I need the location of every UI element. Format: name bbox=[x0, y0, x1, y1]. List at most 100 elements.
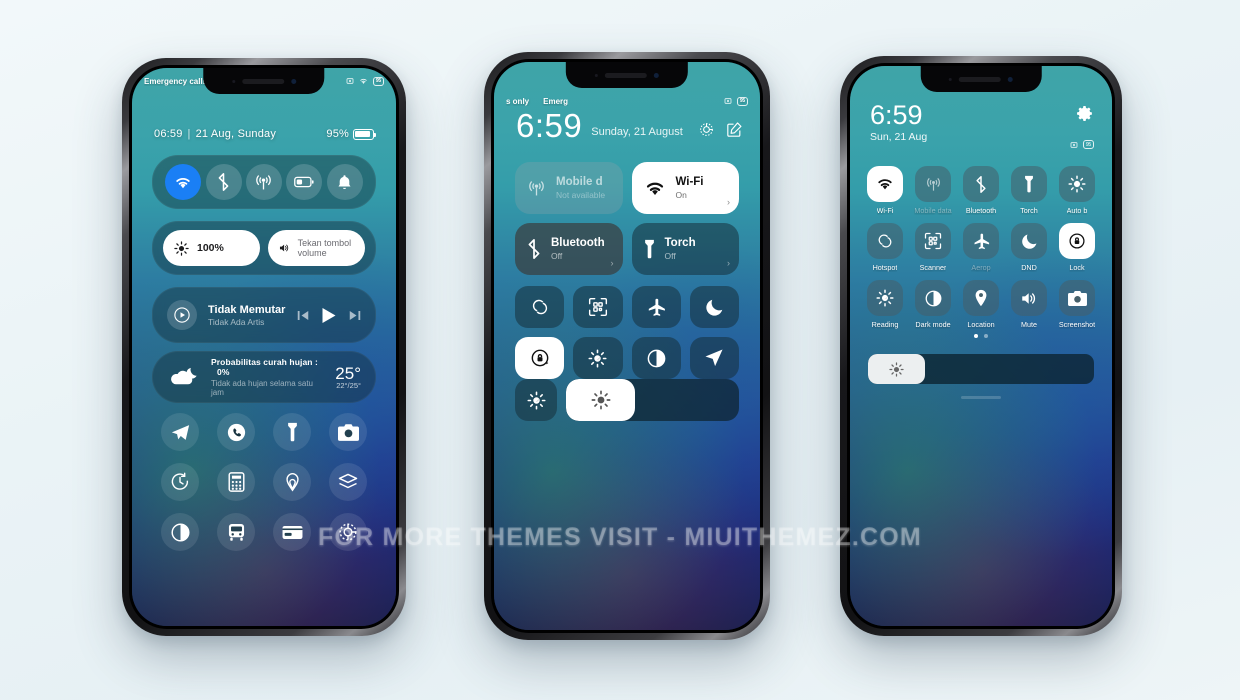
next-icon[interactable] bbox=[349, 310, 361, 321]
tile-airplane[interactable] bbox=[631, 286, 681, 328]
shortcut-bus[interactable] bbox=[217, 513, 255, 551]
torch-icon bbox=[644, 239, 655, 259]
notch-1 bbox=[203, 68, 325, 94]
qs-mobile-data[interactable]: Mobile data bbox=[912, 166, 954, 215]
tile-auto-brightness[interactable] bbox=[515, 379, 557, 421]
chevron-right-icon[interactable]: › bbox=[727, 197, 730, 207]
qs-tile-icon bbox=[1059, 223, 1095, 259]
tile-bluetooth[interactable]: Bluetooth Off › bbox=[515, 223, 623, 275]
cloud-moon-icon bbox=[167, 365, 201, 389]
screenshot-icon bbox=[346, 77, 354, 85]
shortcut-grid-1 bbox=[152, 413, 376, 551]
shortcut-phone[interactable] bbox=[217, 413, 255, 451]
brightness-slider-2[interactable] bbox=[566, 379, 739, 421]
media-player-card-1[interactable]: Tidak Memutar Tidak Ada Artis bbox=[152, 287, 376, 343]
brightness-icon bbox=[591, 390, 611, 410]
toggle-wifi[interactable] bbox=[165, 164, 202, 200]
shortcut-wallet[interactable] bbox=[273, 513, 311, 551]
brightness-slider-1[interactable]: 100% bbox=[163, 230, 260, 266]
drag-handle[interactable] bbox=[961, 396, 1001, 399]
tile-reading-mode[interactable] bbox=[573, 337, 623, 379]
play-icon[interactable] bbox=[321, 307, 337, 324]
tile-rotation-lock[interactable] bbox=[515, 337, 565, 379]
shortcut-calculator[interactable] bbox=[217, 463, 255, 501]
notch-3 bbox=[920, 66, 1042, 92]
qs-torch[interactable]: Torch bbox=[1008, 166, 1050, 215]
qs-tile-icon bbox=[1059, 166, 1095, 202]
qs-bluetooth[interactable]: Bluetooth bbox=[960, 166, 1002, 215]
wifi-icon bbox=[359, 77, 368, 85]
tile-hotspot[interactable] bbox=[515, 286, 565, 328]
qs-mute[interactable]: Mute bbox=[1008, 280, 1050, 329]
weather-temps: 25° 22°/25° bbox=[335, 364, 361, 390]
qs-dark-mode[interactable]: Dark mode bbox=[912, 280, 954, 329]
tile-scanner[interactable] bbox=[573, 286, 623, 328]
header-actions-2 bbox=[699, 122, 742, 142]
phone-1-screen: Emergency calls 95 06:59 | 21 Aug, Sunda… bbox=[132, 68, 396, 626]
shortcut-settings[interactable] bbox=[329, 513, 367, 551]
shortcut-camera[interactable] bbox=[329, 413, 367, 451]
tile-torch[interactable]: Torch Off › bbox=[631, 223, 739, 275]
shortcut-airdrop[interactable] bbox=[273, 463, 311, 501]
small-tiles-grid-2 bbox=[515, 286, 739, 379]
qs-label: Auto b bbox=[1066, 206, 1088, 215]
prev-icon[interactable] bbox=[297, 310, 309, 321]
chevron-right-icon[interactable]: › bbox=[611, 258, 614, 268]
toggle-battery-saver[interactable] bbox=[286, 164, 323, 200]
clock-time: 06:59 bbox=[154, 128, 183, 140]
qs-hotspot[interactable]: Hotspot bbox=[864, 223, 906, 272]
big-tiles-grid-2: Mobile d Not available Wi-Fi On › Blueto… bbox=[515, 162, 739, 275]
brightness-value: 100% bbox=[197, 242, 224, 254]
status-bar-2: s only Emerg 95 bbox=[494, 88, 760, 114]
toggle-ringer[interactable] bbox=[326, 164, 363, 200]
shortcut-layers[interactable] bbox=[329, 463, 367, 501]
clock-time: 6:59 bbox=[516, 107, 583, 144]
qs-label: Screenshot bbox=[1058, 320, 1096, 329]
page-indicator-3[interactable] bbox=[850, 334, 1112, 338]
carrier-label-b: Emerg bbox=[543, 96, 569, 106]
qs-scanner[interactable]: Scanner bbox=[912, 223, 954, 272]
sliders-row-1: 100% Tekan tombol volume bbox=[152, 221, 376, 275]
weather-card-1[interactable]: Probabilitas curah hujan : 0% Tidak ada … bbox=[152, 351, 376, 403]
page-dot bbox=[984, 334, 988, 338]
qs-label: Lock bbox=[1069, 263, 1085, 272]
wifi-icon bbox=[644, 180, 666, 197]
shortcut-contrast[interactable] bbox=[161, 513, 199, 551]
qs-tile-icon bbox=[963, 166, 999, 202]
shortcut-torch[interactable] bbox=[273, 413, 311, 451]
qs-wifi[interactable]: Wi-Fi bbox=[864, 166, 906, 215]
qs-tile-icon bbox=[1011, 166, 1047, 202]
toggle-mobile-data[interactable] bbox=[245, 164, 282, 200]
lockscreen-clock-2: 6:59 Sunday, 21 August bbox=[516, 107, 742, 144]
status-bar-right-2: 95 bbox=[724, 96, 748, 106]
settings-icon[interactable] bbox=[699, 122, 714, 137]
tile-title: Wi-Fi bbox=[675, 176, 704, 188]
qs-tile-icon bbox=[963, 280, 999, 316]
tile-title: Mobile d bbox=[556, 176, 603, 188]
qs-label: Reading bbox=[871, 320, 899, 329]
qs-screenshot[interactable]: Screenshot bbox=[1056, 280, 1098, 329]
tile-dark-mode[interactable] bbox=[631, 337, 681, 379]
qs-rotation-lock[interactable]: Lock bbox=[1056, 223, 1098, 272]
shortcut-telegram[interactable] bbox=[161, 413, 199, 451]
qs-tile-icon bbox=[1059, 280, 1095, 316]
chevron-right-icon[interactable]: › bbox=[727, 258, 730, 268]
tile-dnd-moon[interactable] bbox=[689, 286, 739, 328]
tile-mobile-data[interactable]: Mobile d Not available bbox=[515, 162, 623, 214]
qs-dnd[interactable]: DND bbox=[1008, 223, 1050, 272]
edit-icon[interactable] bbox=[727, 122, 742, 137]
qs-airplane[interactable]: Aerop bbox=[960, 223, 1002, 272]
tile-wifi[interactable]: Wi-Fi On › bbox=[631, 162, 739, 214]
toggle-bluetooth[interactable] bbox=[205, 164, 242, 200]
qs-reading-mode[interactable]: Reading bbox=[864, 280, 906, 329]
settings-icon[interactable] bbox=[1075, 104, 1094, 123]
shortcut-timer[interactable] bbox=[161, 463, 199, 501]
tile-location[interactable] bbox=[689, 337, 739, 379]
earpiece-speaker bbox=[958, 76, 1001, 82]
cellular-icon bbox=[527, 180, 546, 197]
qs-location[interactable]: Location bbox=[960, 280, 1002, 329]
qs-auto-brightness[interactable]: Auto b bbox=[1056, 166, 1098, 215]
proximity-sensor-icon bbox=[948, 77, 952, 81]
volume-slider-1[interactable]: Tekan tombol volume bbox=[268, 230, 365, 266]
brightness-slider-3[interactable] bbox=[868, 354, 1094, 384]
